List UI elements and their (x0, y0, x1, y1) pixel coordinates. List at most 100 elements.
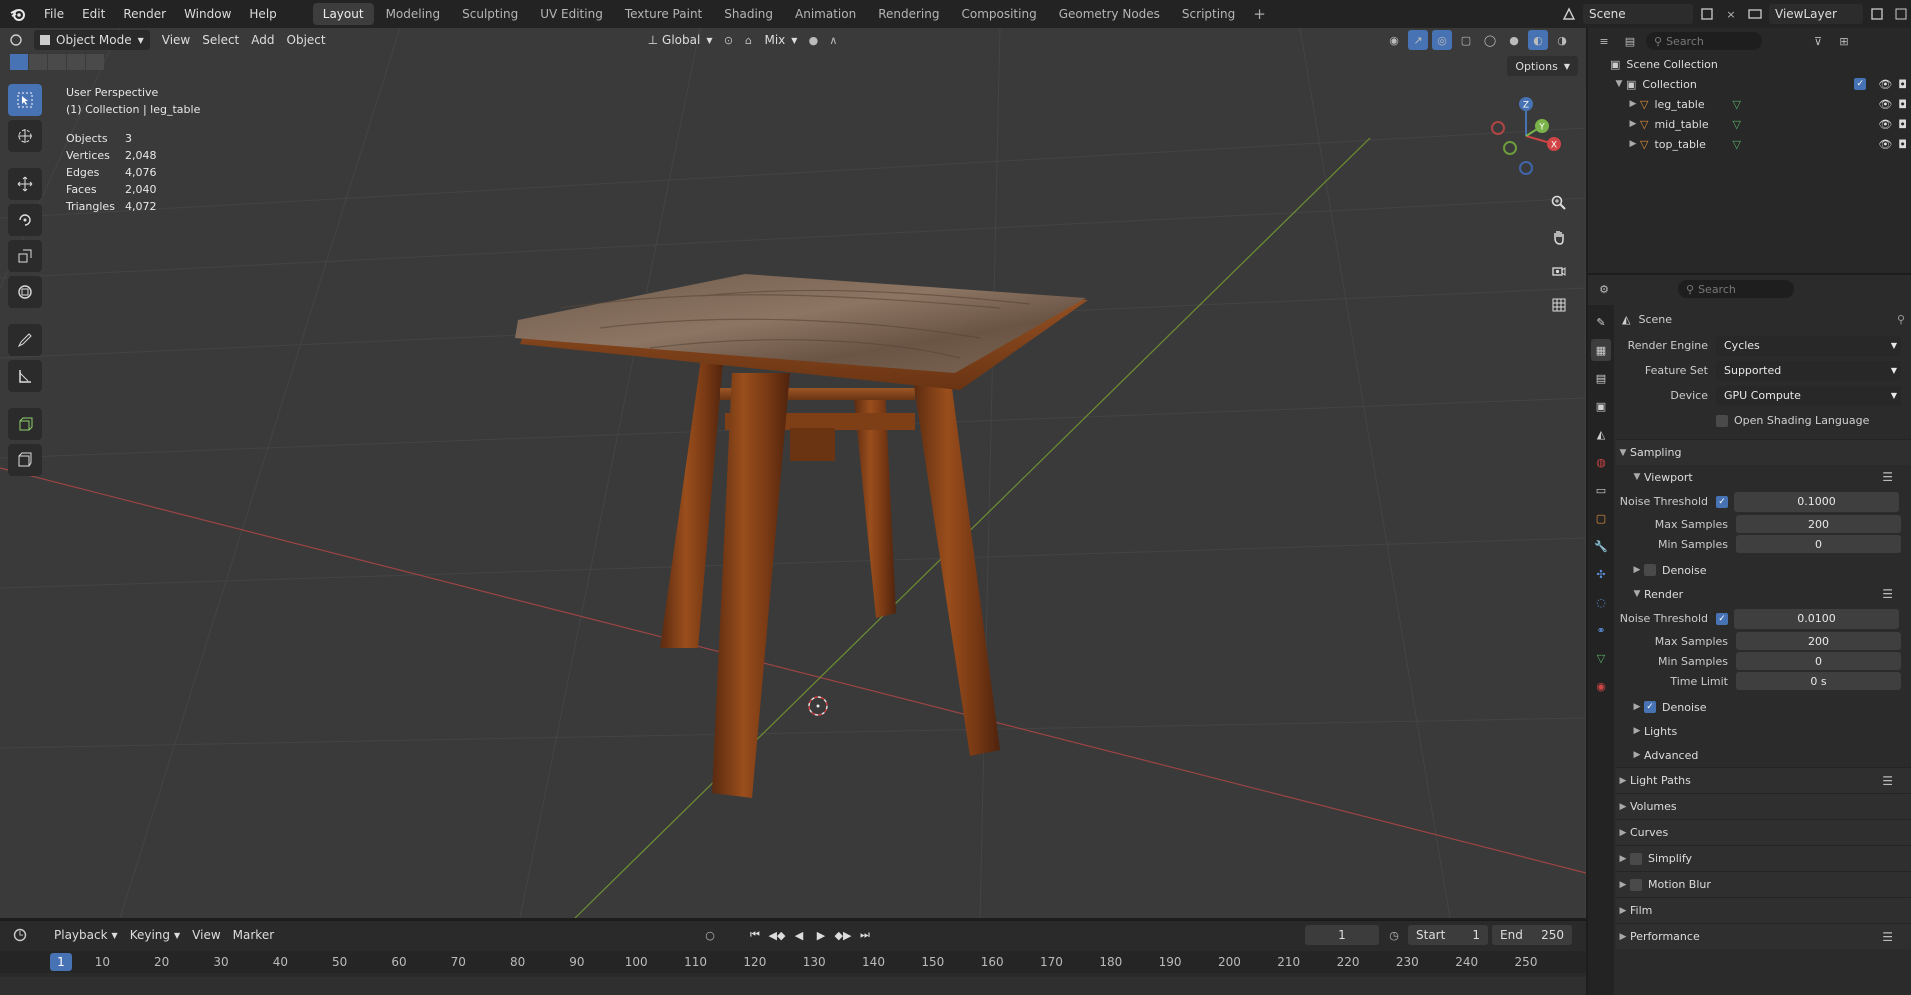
pin-icon[interactable]: ⚲ (1897, 313, 1905, 326)
world-tab-icon[interactable]: ◍ (1591, 451, 1611, 473)
properties-editor-type-icon[interactable]: ⚙ (1594, 279, 1614, 299)
solid-shading-icon[interactable]: ● (1504, 30, 1524, 50)
volumes-panel[interactable]: ▶ Volumes (1616, 793, 1911, 819)
r-noise-threshold-field[interactable]: 0.0100 (1734, 608, 1899, 629)
r-max-samples-field[interactable]: 200 (1736, 632, 1901, 650)
rotate-tool[interactable] (8, 204, 42, 236)
add-workspace-button[interactable]: + (1247, 5, 1272, 23)
object-tab-icon[interactable]: ▢ (1591, 507, 1611, 529)
navigation-gizmo[interactable]: Z X Y (1484, 88, 1574, 188)
timeline-ruler[interactable]: 1 10 20 30 40 50 60 70 80 90 100 110 120 130 140 150 16… (0, 951, 1586, 973)
r-min-samples-field[interactable]: 0 (1736, 652, 1901, 670)
snap-mode-dropdown[interactable]: Mix ▼ (758, 30, 803, 50)
curves-panel[interactable]: ▶ Curves (1616, 819, 1911, 845)
timeline-editor[interactable]: Playback ▼ Keying ▼ View Marker ○ ⏮ ◀◆ ◀ ▶… (0, 920, 1586, 995)
gizmo-toggle-icon[interactable]: ↗ (1408, 30, 1428, 50)
camera-icon[interactable]: ◘ (1898, 98, 1907, 111)
exclude-checkbox[interactable]: ✓ (1854, 78, 1867, 90)
physics-tab-icon[interactable]: ◌ (1591, 591, 1611, 613)
jump-start-icon[interactable]: ⏮ (745, 925, 765, 945)
select-extend-icon[interactable] (29, 54, 47, 70)
tab-shading[interactable]: Shading (714, 3, 783, 25)
outliner-item-leg-table[interactable]: ▶ ▽ leg_table ▽ 👁 ◘ (1588, 94, 1911, 114)
menu-view-timeline[interactable]: View (186, 925, 226, 945)
delete-scene-icon[interactable]: × (1721, 4, 1741, 24)
filter-icon[interactable]: ⊽ (1808, 31, 1828, 51)
snap-icon[interactable]: ⌂ (738, 30, 758, 50)
vp-noise-threshold-field[interactable]: 0.1000 (1734, 491, 1899, 512)
view-layer-tab-icon[interactable]: ▣ (1591, 395, 1611, 417)
tab-scripting[interactable]: Scripting (1172, 3, 1245, 25)
timeline-track[interactable] (0, 977, 1586, 995)
render-tab-icon[interactable]: ▦ (1591, 339, 1611, 361)
chevron-right-icon[interactable]: ▶ (1626, 119, 1640, 129)
performance-panel[interactable]: ▶ Performance ☰ (1616, 923, 1911, 949)
r-denoise-checkbox[interactable]: ✓ (1644, 701, 1656, 713)
eye-icon[interactable]: 👁 (1878, 138, 1892, 151)
jump-keyframe-back-icon[interactable]: ◀◆ (767, 925, 787, 945)
constraints-tab-icon[interactable]: ⚭ (1591, 619, 1611, 641)
render-engine-dropdown[interactable]: Cycles ▼ (1716, 335, 1901, 356)
menu-render[interactable]: Render (115, 4, 174, 24)
current-frame-indicator[interactable]: 1 (50, 953, 72, 971)
jump-keyframe-forward-icon[interactable]: ◆▶ (833, 925, 853, 945)
select-new-icon[interactable] (10, 54, 28, 70)
annotate-tool[interactable] (8, 324, 42, 356)
menu-window[interactable]: Window (176, 4, 239, 24)
transform-tool[interactable] (8, 276, 42, 308)
tab-modeling[interactable]: Modeling (376, 3, 451, 25)
menu-file[interactable]: File (36, 4, 72, 24)
vp-min-samples-field[interactable]: 0 (1736, 535, 1901, 553)
outliner-search-input[interactable]: ⚲ Search (1646, 32, 1762, 50)
new-view-layer-icon[interactable] (1867, 4, 1887, 24)
properties-editor[interactable]: ⚙ ⚲ Search ✎ ▦ ▤ ▣ ◭ ◍ ▭ ▢ 🔧 ✣ ◌ ⚭ ▽ ◉ ◭… (1588, 275, 1911, 995)
simplify-panel[interactable]: ▶ Simplify (1616, 845, 1911, 871)
pivot-icon[interactable]: ⊙ (718, 30, 738, 50)
r-noise-threshold-checkbox[interactable]: ✓ (1716, 612, 1728, 625)
select-intersect-icon[interactable] (86, 54, 104, 70)
current-frame-field[interactable]: 1 (1305, 925, 1379, 945)
tab-texture-paint[interactable]: Texture Paint (615, 3, 712, 25)
menu-object[interactable]: Object (281, 30, 332, 50)
measure-tool[interactable] (8, 360, 42, 392)
play-reverse-icon[interactable]: ◀ (789, 925, 809, 945)
eye-icon[interactable]: 👁 (1878, 98, 1892, 111)
render-subpanel[interactable]: ▼ Render ☰ (1616, 582, 1911, 606)
timeline-editor-type-icon[interactable] (10, 925, 30, 945)
eye-icon[interactable]: 👁 (1878, 118, 1892, 131)
chevron-down-icon[interactable]: ▼ (1612, 79, 1626, 89)
select-invert-icon[interactable] (67, 54, 85, 70)
start-frame-field[interactable]: Start 1 (1408, 925, 1488, 945)
camera-icon[interactable]: ◘ (1898, 118, 1907, 131)
outliner-editor-type-icon[interactable]: ≡ (1594, 31, 1614, 51)
visibility-icon[interactable]: ◉ (1384, 30, 1404, 50)
end-frame-field[interactable]: End 250 (1492, 925, 1572, 945)
menu-keying[interactable]: Keying ▼ (124, 925, 186, 945)
menu-playback[interactable]: Playback ▼ (48, 925, 124, 945)
scene-tab-icon[interactable]: ◭ (1591, 423, 1611, 445)
material-tab-icon[interactable]: ◉ (1591, 675, 1611, 697)
lights-subpanel[interactable]: ▶ Lights (1616, 719, 1911, 743)
presets-list-icon[interactable]: ☰ (1882, 930, 1893, 944)
scene-selector[interactable]: Scene (1583, 4, 1693, 24)
light-paths-panel[interactable]: ▶ Light Paths ☰ (1616, 767, 1911, 793)
mode-dropdown[interactable]: Object Mode ▼ (34, 30, 150, 50)
vp-noise-threshold-checkbox[interactable]: ✓ (1716, 495, 1728, 508)
tab-geometry-nodes[interactable]: Geometry Nodes (1049, 3, 1170, 25)
cursor-tool[interactable] (8, 120, 42, 152)
simplify-checkbox[interactable] (1630, 852, 1642, 865)
camera-icon[interactable]: ◘ (1898, 78, 1907, 91)
editor-type-icon[interactable] (6, 30, 26, 50)
material-shading-icon[interactable]: ◐ (1528, 30, 1548, 50)
select-subtract-icon[interactable] (48, 54, 66, 70)
feature-set-dropdown[interactable]: Supported ▼ (1716, 360, 1901, 381)
presets-list-icon[interactable]: ☰ (1882, 587, 1893, 601)
xray-icon[interactable]: ▢ (1456, 30, 1476, 50)
properties-search-input[interactable]: ⚲ Search (1678, 280, 1794, 298)
device-dropdown[interactable]: GPU Compute ▼ (1716, 385, 1901, 406)
output-tab-icon[interactable]: ▤ (1591, 367, 1611, 389)
camera-view-icon[interactable] (1546, 258, 1572, 284)
chevron-right-icon[interactable]: ▶ (1626, 99, 1640, 109)
r-time-limit-field[interactable]: 0 s (1736, 672, 1901, 690)
chevron-right-icon[interactable]: ▶ (1626, 139, 1640, 149)
